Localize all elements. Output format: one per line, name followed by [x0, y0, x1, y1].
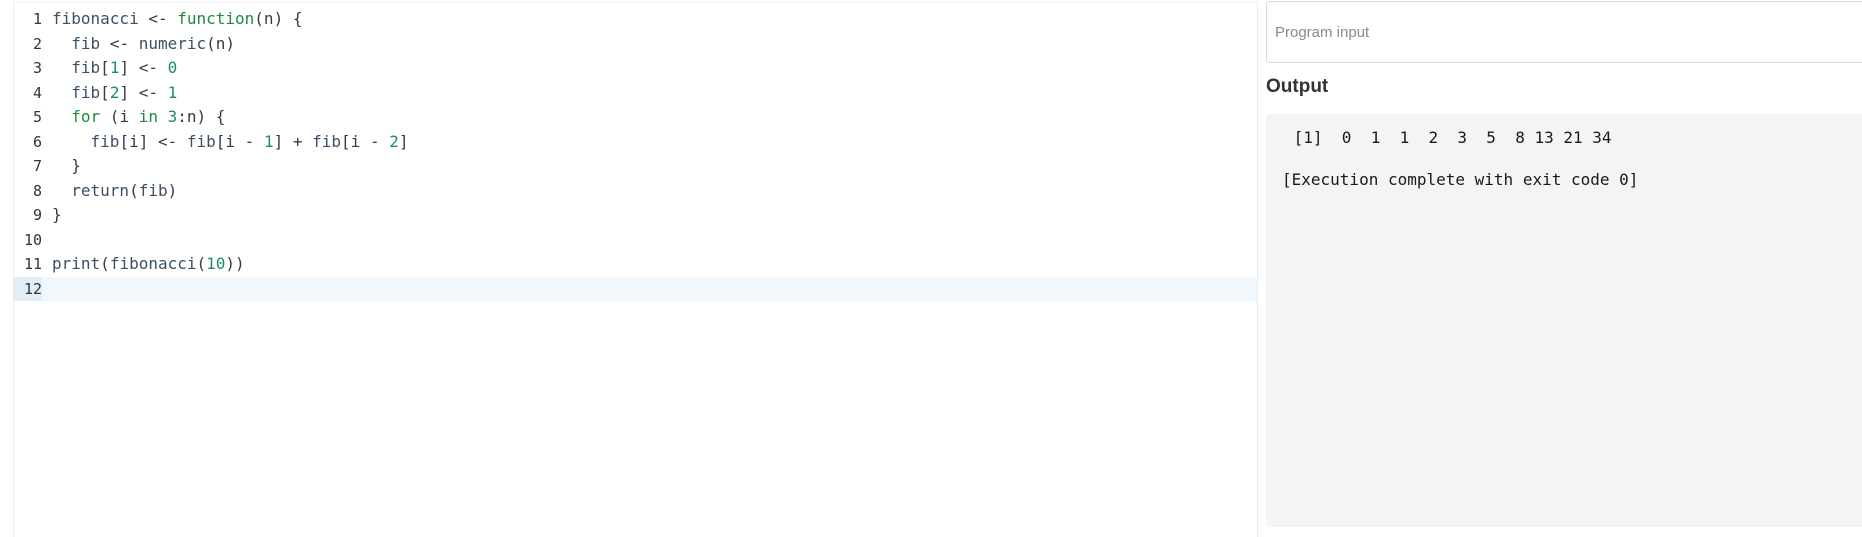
- code-token: :n) {: [177, 107, 226, 126]
- code-token: [i] <-: [119, 131, 187, 151]
- code-line[interactable]: 8 return(fib): [14, 179, 1257, 203]
- code-editor[interactable]: 1 fibonacci <- function(n) {2 fib <- nume…: [13, 2, 1258, 537]
- code-token: 10: [206, 254, 226, 273]
- code-token: fib: [186, 131, 216, 151]
- code-token: fib: [312, 131, 342, 151]
- line-number: 5: [32, 108, 42, 126]
- code-token: 1: [109, 58, 120, 77]
- code-text: fib[2] <- 1: [52, 81, 177, 105]
- code-token: 3: [167, 107, 178, 126]
- line-number: 2: [32, 34, 42, 53]
- line-number: 10: [23, 230, 42, 249]
- code-text: }: [52, 203, 62, 227]
- code-token: fib: [52, 58, 101, 77]
- code-token: ] +: [273, 131, 313, 151]
- line-number: 3: [32, 59, 42, 77]
- code-token: in: [138, 107, 158, 126]
- output-result-line: [1] 0 1 1 2 3 5 8 13 21 34: [1284, 128, 1612, 147]
- code-token: ]: [398, 131, 409, 151]
- line-number: 4: [32, 83, 42, 102]
- code-token: <-: [100, 33, 139, 53]
- code-token: 2: [389, 131, 399, 151]
- code-text: fib[i] <- fib[i - 1] + fib[i - 2]: [52, 130, 409, 154]
- code-text: fib[1] <- 0: [52, 56, 177, 80]
- code-line[interactable]: 4 fib[2] <- 1: [14, 81, 1257, 105]
- code-token: [: [100, 58, 110, 77]
- code-line[interactable]: 3 fib[1] <- 0: [14, 56, 1257, 80]
- code-token: for: [52, 107, 101, 126]
- code-text: return(fib): [52, 179, 177, 203]
- code-token: fib: [52, 131, 120, 151]
- code-text: for (i in 3:n) {: [52, 105, 225, 129]
- line-number: 1: [32, 10, 42, 28]
- line-number: 6: [32, 132, 42, 151]
- code-token: function: [177, 9, 255, 28]
- code-token: )): [225, 254, 245, 273]
- code-token: (: [196, 254, 207, 273]
- code-text: fibonacci <- function(n) {: [52, 7, 302, 31]
- code-token: [i -: [215, 131, 264, 151]
- code-token: ] <-: [119, 82, 168, 102]
- code-token: (: [129, 180, 139, 200]
- code-token: [: [100, 82, 110, 102]
- code-token: }: [52, 205, 62, 224]
- code-token: (i: [100, 107, 139, 126]
- code-token: fibonacci: [109, 254, 197, 273]
- code-text: print(fibonacci(10)): [52, 252, 245, 276]
- code-token: [i -: [341, 131, 390, 151]
- line-number: 7: [32, 157, 42, 175]
- code-token: 1: [167, 82, 178, 102]
- code-token: }: [52, 156, 81, 175]
- code-line[interactable]: 1 fibonacci <- function(n) {: [14, 7, 1257, 31]
- code-token: fibonacci: [52, 9, 139, 28]
- code-line[interactable]: 6 fib[i] <- fib[i - 1] + fib[i - 2]: [14, 130, 1257, 154]
- code-line[interactable]: 7 }: [14, 154, 1257, 178]
- code-line[interactable]: 12: [14, 276, 1257, 301]
- line-number: 12: [14, 276, 42, 301]
- code-token: 1: [263, 131, 274, 151]
- output-title: Output: [1266, 76, 1329, 97]
- code-text: fib <- numeric(n): [52, 32, 235, 56]
- output-status-line: [Execution complete with exit code 0]: [1282, 170, 1639, 189]
- code-line[interactable]: 9}: [14, 203, 1257, 227]
- code-token: fib: [52, 33, 101, 53]
- code-token: fib: [52, 82, 101, 102]
- code-line[interactable]: 11 print(fibonacci(10)): [14, 252, 1257, 276]
- line-number: 8: [32, 181, 42, 200]
- code-token: <-: [138, 9, 178, 28]
- code-token: ): [167, 180, 178, 200]
- code-token: (n): [206, 33, 236, 53]
- line-number: 9: [32, 206, 42, 224]
- code-token: fib: [138, 180, 168, 200]
- code-token: numeric: [138, 33, 207, 53]
- code-line[interactable]: 2 fib <- numeric(n): [14, 32, 1257, 56]
- code-line[interactable]: 10: [14, 228, 1257, 252]
- code-token: (n) {: [254, 9, 303, 28]
- code-token: ] <-: [119, 58, 168, 77]
- code-text: }: [52, 154, 81, 178]
- code-token: 0: [167, 58, 178, 77]
- line-number: 11: [23, 255, 42, 273]
- output-panel: [1] 0 1 1 2 3 5 8 13 21 34 [Execution co…: [1266, 114, 1862, 527]
- code-token: return: [52, 180, 130, 200]
- program-input[interactable]: [1266, 1, 1862, 63]
- code-line[interactable]: 5 for (i in 3:n) {: [14, 105, 1257, 129]
- code-token: print: [52, 254, 101, 273]
- code-token: 2: [109, 82, 120, 102]
- code-token: (: [100, 254, 110, 273]
